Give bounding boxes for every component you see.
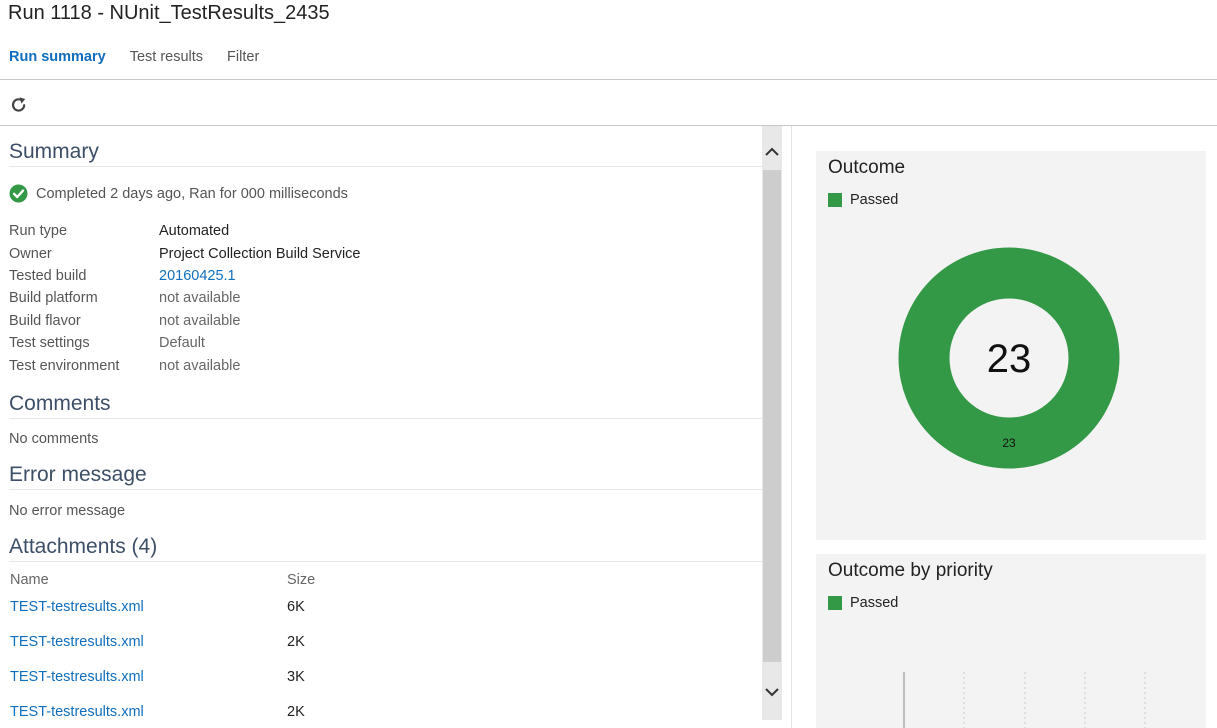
scroll-down-button[interactable] bbox=[762, 680, 782, 704]
comments-text: No comments bbox=[9, 431, 99, 447]
refresh-button[interactable] bbox=[9, 95, 29, 115]
section-divider bbox=[9, 418, 762, 419]
column-header-size[interactable]: Size bbox=[287, 572, 315, 588]
field-label-build-flavor: Build flavor bbox=[9, 313, 81, 329]
chevron-up-icon bbox=[765, 147, 779, 156]
field-value-build-platform: not available bbox=[159, 290, 241, 306]
refresh-icon bbox=[11, 97, 26, 112]
section-divider bbox=[9, 166, 762, 167]
column-header-name[interactable]: Name bbox=[10, 572, 49, 588]
section-divider bbox=[9, 489, 762, 490]
tab-filter[interactable]: Filter bbox=[227, 49, 259, 65]
error-message-heading: Error message bbox=[9, 463, 147, 486]
field-label-tested-build: Tested build bbox=[9, 268, 87, 284]
attachment-link[interactable]: TEST-testresults.xml bbox=[10, 669, 144, 685]
field-label-run-type: Run type bbox=[9, 223, 68, 239]
tab-test-results[interactable]: Test results bbox=[130, 49, 203, 65]
tab-bar: Run summary Test results Filter bbox=[9, 49, 283, 65]
field-label-build-platform: Build platform bbox=[9, 290, 98, 306]
field-label-owner: Owner bbox=[9, 246, 52, 262]
scroll-thumb[interactable] bbox=[763, 170, 781, 662]
attachment-size: 2K bbox=[287, 634, 305, 650]
attachment-size: 2K bbox=[287, 704, 305, 720]
priority-bar-chart bbox=[903, 672, 1146, 728]
field-value-test-environment: not available bbox=[159, 358, 241, 374]
field-value-test-settings: Default bbox=[159, 335, 205, 351]
section-divider bbox=[9, 561, 762, 562]
run-status: Completed 2 days ago, Ran for 000 millis… bbox=[9, 184, 348, 203]
field-value-build-flavor: not available bbox=[159, 313, 241, 329]
attachment-link[interactable]: TEST-testresults.xml bbox=[10, 599, 144, 615]
scroll-up-button[interactable] bbox=[762, 140, 782, 164]
error-message-text: No error message bbox=[9, 503, 126, 519]
field-value-owner: Project Collection Build Service bbox=[159, 246, 361, 262]
attachments-heading: Attachments (4) bbox=[9, 535, 158, 558]
attachment-link[interactable]: TEST-testresults.xml bbox=[10, 634, 144, 650]
donut-total-label: 23 bbox=[987, 337, 1032, 381]
attachment-link[interactable]: TEST-testresults.xml bbox=[10, 704, 144, 720]
outcome-by-priority-card: Outcome by priority Passed bbox=[816, 554, 1206, 728]
vertical-scrollbar[interactable] bbox=[762, 126, 782, 720]
pane-divider bbox=[791, 126, 792, 728]
page-title: Run 1118 - NUnit_TestResults_2435 bbox=[8, 2, 330, 24]
attachment-size: 3K bbox=[287, 669, 305, 685]
field-label-test-environment: Test environment bbox=[9, 358, 120, 374]
field-label-test-settings: Test settings bbox=[9, 335, 90, 351]
attachment-size: 6K bbox=[287, 599, 305, 615]
field-value-run-type: Automated bbox=[159, 223, 230, 239]
check-circle-icon bbox=[9, 184, 28, 203]
run-summary-pane: Summary Completed 2 days ago, Ran for 00… bbox=[0, 126, 762, 728]
outcome-donut-chart: 23 23 bbox=[898, 247, 1120, 469]
summary-heading: Summary bbox=[9, 140, 99, 163]
comments-heading: Comments bbox=[9, 392, 111, 415]
tab-run-summary[interactable]: Run summary bbox=[9, 49, 106, 65]
tab-divider bbox=[0, 79, 1217, 80]
status-text: Completed 2 days ago, Ran for 000 millis… bbox=[36, 185, 348, 202]
outcome-card: Outcome Passed 23 23 bbox=[816, 151, 1206, 540]
tested-build-link[interactable]: 20160425.1 bbox=[159, 268, 236, 284]
donut-slice-value-label: 23 bbox=[1002, 436, 1016, 450]
chevron-down-icon bbox=[765, 688, 779, 697]
